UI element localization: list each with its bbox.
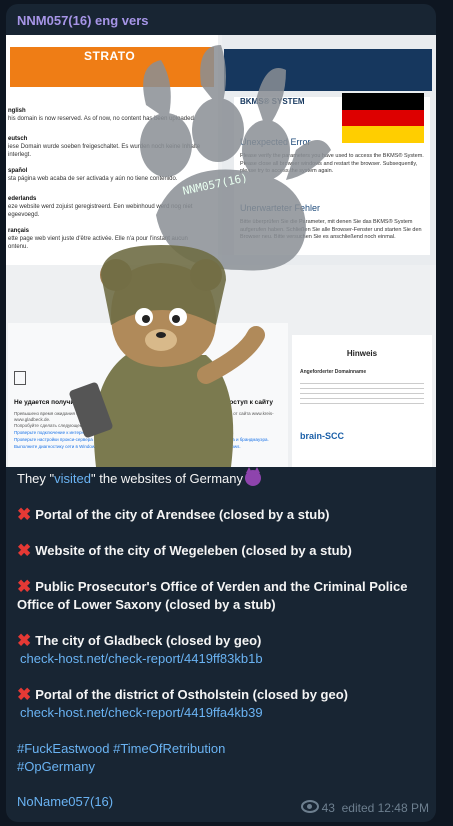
- target-item: ✖ Website of the city of Wegeleben (close…: [17, 541, 352, 560]
- edited-time: edited 12:48 PM: [341, 801, 429, 815]
- channel-name[interactable]: NNM057(16) eng vers: [17, 13, 149, 28]
- target-item: ✖ Portal of the city of Arendsee (closed …: [17, 505, 330, 524]
- target-item: ✖ Public Prosecutor's Office of Verden an…: [17, 577, 408, 613]
- post-image[interactable]: STRATO nglish his domain is now reserved.…: [6, 35, 436, 467]
- cross-mark-icon: ✖: [17, 685, 32, 704]
- cross-mark-icon: ✖: [17, 631, 32, 650]
- cross-mark-icon: ✖: [17, 541, 32, 560]
- signature-link[interactable]: NoName057(16): [17, 794, 113, 809]
- check-host-link[interactable]: check-host.net/check-report/4419ff83kb1b: [20, 650, 263, 668]
- target-item: ✖ Portal of the district of Ostholstein (…: [17, 685, 348, 704]
- bear-mascot-icon: [69, 245, 265, 467]
- hinweis-subtitle: Angeforderter Domainname: [300, 369, 367, 375]
- smiling-devil-icon: [245, 467, 262, 486]
- check-host-link[interactable]: check-host.net/check-report/4419ffa4kb39: [20, 704, 263, 722]
- cross-mark-icon: ✖: [17, 505, 32, 524]
- hinweis-body: [300, 379, 424, 405]
- german-flag: [342, 93, 424, 143]
- hashtags[interactable]: #OpGermany: [17, 758, 95, 776]
- hashtags[interactable]: #FuckEastwood #TimeOfRetribution: [17, 740, 225, 758]
- hinweis-screenshot: Hinweis Angeforderter Domainname brain-S…: [292, 335, 432, 467]
- message-meta: 43 edited 12:48 PM: [286, 800, 429, 815]
- intro-text: They "visited" the websites of Germany: [17, 467, 262, 488]
- hinweis-title: Hinweis: [346, 349, 378, 358]
- broken-page-icon: [14, 371, 26, 385]
- cross-mark-icon: ✖: [17, 577, 32, 596]
- view-count: 43: [321, 801, 335, 815]
- message-bubble: NNM057(16) eng vers STRATO nglish his dom…: [6, 4, 436, 822]
- eye-icon: [300, 800, 319, 813]
- brain-scc-logo: brain-SCC: [300, 431, 345, 441]
- visited-link[interactable]: visited: [54, 471, 91, 486]
- target-item: ✖ The city of Gladbeck (closed by geo): [17, 631, 262, 650]
